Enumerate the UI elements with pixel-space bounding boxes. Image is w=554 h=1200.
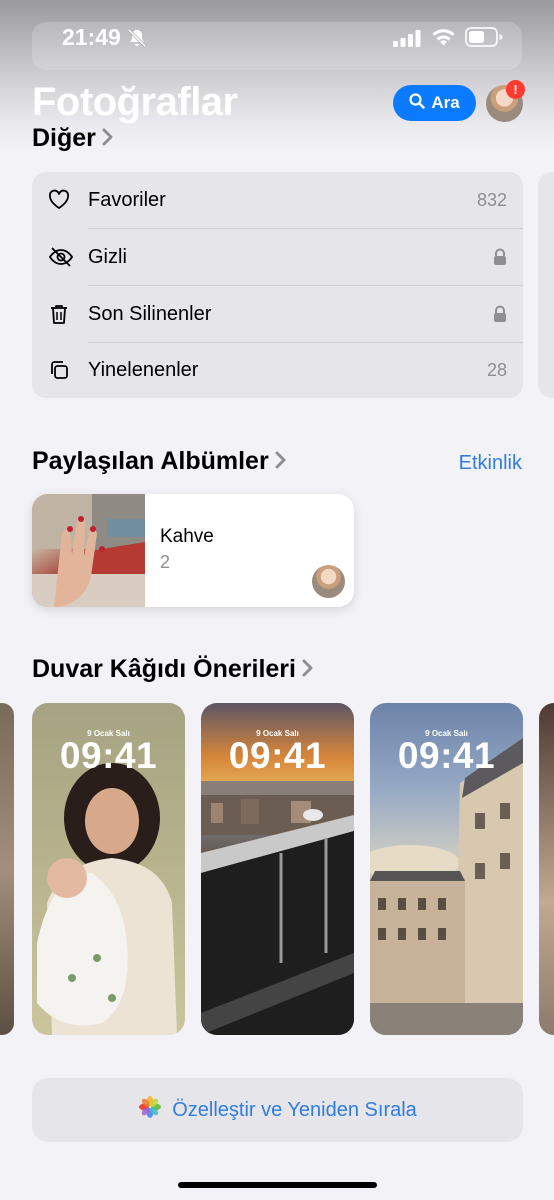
list-item-hidden[interactable]: Gizli: [32, 229, 523, 285]
page-title: Fotoğraflar: [32, 80, 238, 124]
list-item-recently-deleted[interactable]: Son Silinenler: [32, 286, 523, 342]
wifi-icon: [431, 27, 456, 52]
chevron-right-icon: [102, 124, 114, 153]
status-time: 21:49: [62, 24, 121, 50]
heart-icon: [48, 189, 70, 211]
lock-icon: [493, 248, 507, 271]
battery-icon: [465, 27, 503, 52]
search-button[interactable]: Ara: [393, 85, 476, 121]
wallpaper-suggestion[interactable]: 9 Ocak Salı 09:41: [32, 703, 185, 1035]
list-item-favorites[interactable]: Favoriler 832: [32, 172, 523, 228]
next-card-peek[interactable]: [538, 172, 554, 398]
album-name: Kahve: [160, 526, 214, 547]
notification-badge: !: [506, 80, 525, 99]
wallpaper-time: 09:41: [59, 735, 158, 776]
home-indicator[interactable]: [178, 1182, 377, 1188]
list-item-count: 28: [486, 359, 507, 380]
search-label: Ara: [431, 93, 460, 112]
list-item-label: Yinelenenler: [88, 358, 199, 381]
wallpaper-time: 09:41: [228, 735, 327, 776]
status-bar: 21:49: [0, 0, 554, 74]
wallpaper-time: 09:41: [397, 735, 496, 776]
wallpaper-peek-right[interactable]: [539, 703, 554, 1035]
list-item-label: Favoriler: [88, 188, 166, 211]
chevron-right-icon: [302, 655, 314, 684]
list-item-label: Gizli: [88, 245, 127, 268]
list-item-count: 832: [476, 189, 507, 210]
eye-slash-icon: [48, 246, 74, 268]
customize-reorder-button[interactable]: Özelleştir ve Yeniden Sırala: [32, 1078, 523, 1142]
utilities-list: Favoriler 832 Gizli Son Silinenler Yinel…: [32, 172, 523, 398]
wallpaper-peek-left[interactable]: [0, 703, 14, 1035]
list-item-label: Son Silinenler: [88, 302, 212, 325]
search-icon: [409, 92, 426, 114]
section-title-wallpaper: Duvar Kâğıdı Önerileri: [32, 655, 296, 683]
section-header-wallpaper[interactable]: Duvar Kâğıdı Önerileri: [32, 655, 314, 684]
activity-link[interactable]: Etkinlik: [459, 452, 522, 475]
duplicate-icon: [48, 359, 70, 381]
album-count: 2: [160, 552, 171, 572]
chevron-right-icon: [275, 447, 287, 476]
trash-icon: [48, 303, 70, 325]
album-thumbnail: [32, 494, 145, 607]
section-header-other[interactable]: Diğer: [32, 124, 114, 153]
bell-slash-icon: [127, 28, 147, 53]
customize-label: Özelleştir ve Yeniden Sırala: [172, 1098, 417, 1121]
section-header-shared-albums[interactable]: Paylaşılan Albümler: [32, 447, 287, 476]
photos-app-icon: [138, 1095, 162, 1125]
album-owner-avatar: [312, 565, 345, 598]
section-title-other: Diğer: [32, 124, 96, 152]
shared-album-card[interactable]: Kahve 2: [32, 494, 354, 607]
wallpaper-suggestion[interactable]: 9 Ocak Salı 09:41: [370, 703, 523, 1035]
cellular-signal-icon: [393, 30, 421, 52]
list-item-duplicates[interactable]: Yinelenenler 28: [32, 342, 523, 398]
section-title-shared-albums: Paylaşılan Albümler: [32, 447, 269, 475]
lock-icon: [493, 305, 507, 328]
wallpaper-suggestion[interactable]: 9 Ocak Salı 09:41: [201, 703, 354, 1035]
